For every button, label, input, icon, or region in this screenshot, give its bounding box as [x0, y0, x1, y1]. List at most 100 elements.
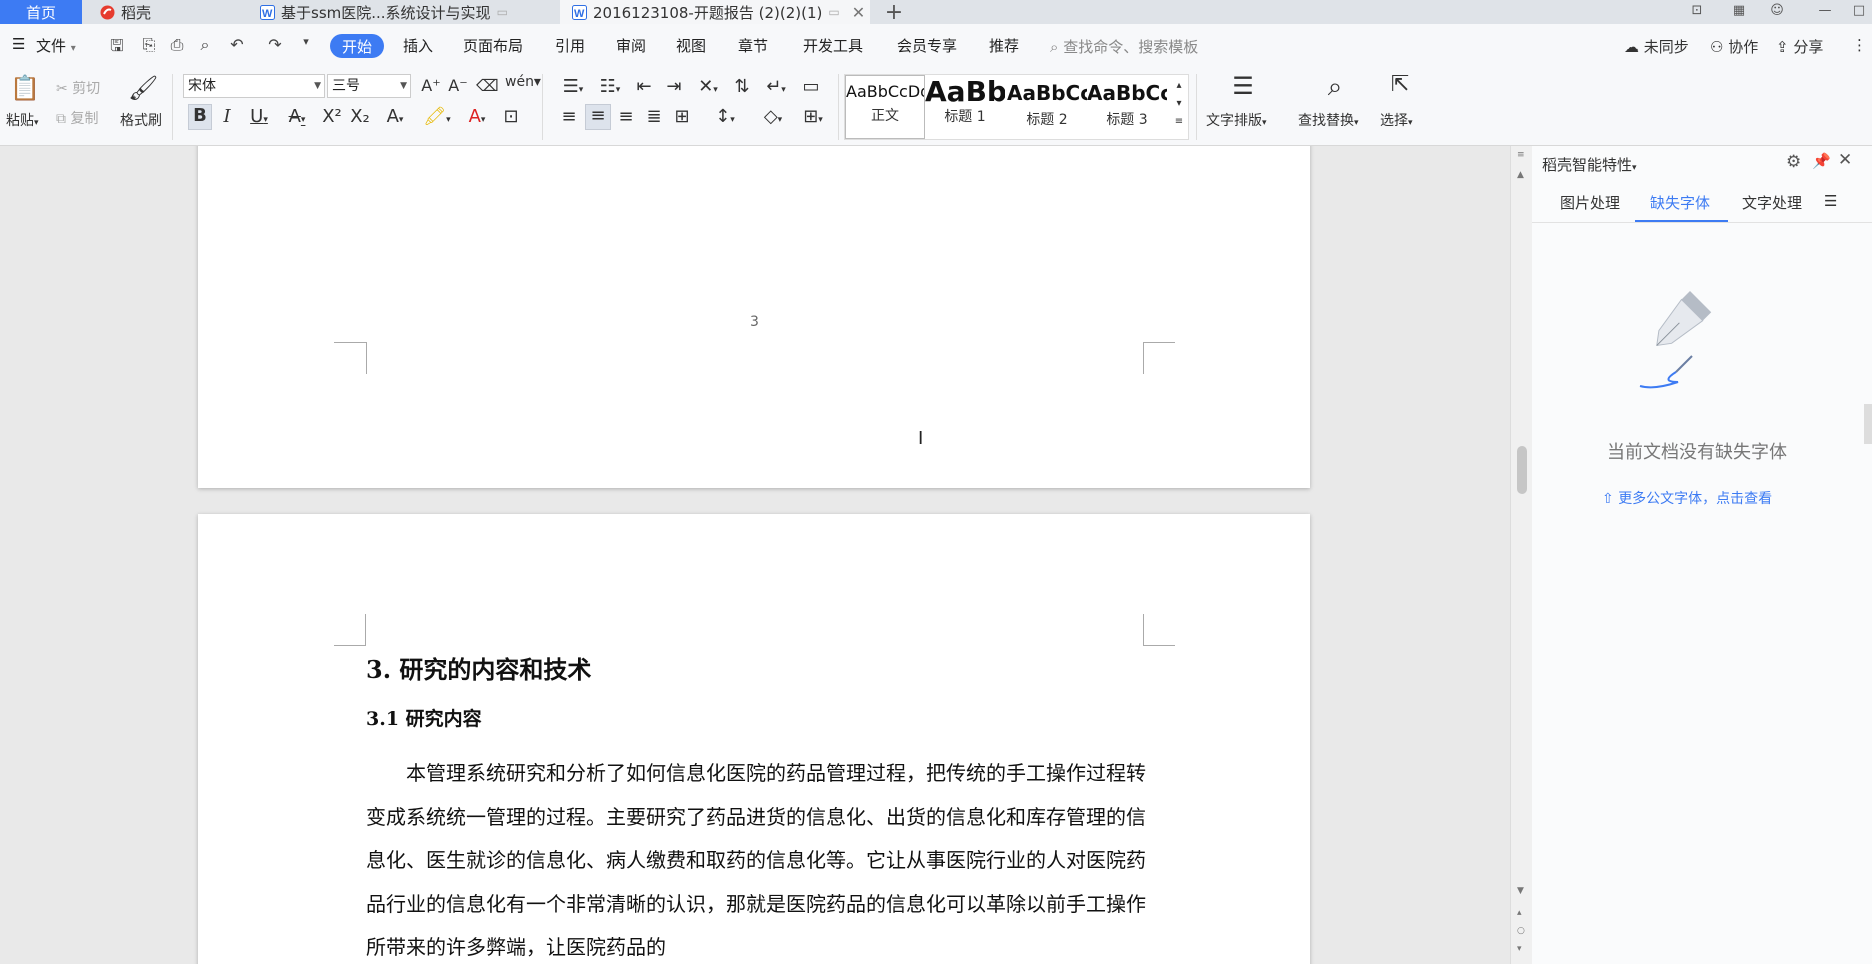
panel-menu-icon[interactable]: ☰ [1824, 192, 1837, 210]
scroll-down-icon[interactable]: ▼ [1517, 886, 1524, 896]
menu-devtools[interactable]: 开发工具 [803, 35, 863, 56]
text-layout-icon[interactable]: ☰ [1226, 72, 1260, 100]
paste-button[interactable]: 粘贴▾ [6, 110, 39, 130]
chinese-layout-icon[interactable]: ✕▾ [692, 76, 724, 97]
ruler-icon[interactable]: ▭ [798, 76, 824, 97]
sort-icon[interactable]: ⇅ [730, 76, 754, 97]
gear-icon[interactable]: ⚙ [1786, 152, 1801, 172]
align-right-icon[interactable]: ≡ [614, 106, 638, 127]
document-page[interactable]: 3. 研究的内容和技术 3.1 研究内容 本管理系统研究和分析了如何信息化医院的… [198, 514, 1310, 964]
strikethrough-button[interactable]: A▾ [282, 106, 312, 127]
menu-page-layout[interactable]: 页面布局 [463, 35, 523, 56]
menu-reference[interactable]: 引用 [555, 35, 585, 56]
tab-text-processing[interactable]: 文字处理 [1742, 192, 1802, 213]
style-heading-3[interactable]: AaBbCc 标题 3 [1087, 75, 1167, 139]
format-painter-button[interactable]: 格式刷 [120, 110, 162, 130]
hamburger-menu-icon[interactable]: ☰ [12, 35, 25, 53]
browse-object-icon[interactable]: ○ [1517, 926, 1525, 936]
grid-apps-icon[interactable]: ▦ [1724, 0, 1754, 20]
cursor-arrow-icon[interactable]: ⇱ [1386, 72, 1414, 97]
bullet-list-icon[interactable]: ☰▾ [557, 76, 589, 97]
panel-resize-handle[interactable] [1864, 404, 1872, 444]
pinyin-guide-icon[interactable]: wén▾ [505, 74, 541, 90]
next-page-icon[interactable]: ▾ [1517, 944, 1522, 954]
more-options-icon[interactable]: ⋮ [1852, 36, 1867, 54]
highlight-button[interactable]: 🖍▾ [420, 106, 454, 127]
tab-daoke[interactable]: 稻壳 [90, 0, 240, 24]
style-normal[interactable]: AaBbCcDd 正文 [845, 75, 925, 139]
avatar[interactable]: ☺ [1762, 0, 1792, 20]
sync-status-button[interactable]: ☁ 未同步 [1624, 36, 1689, 57]
document-canvas[interactable]: 3 I 3. 研究的内容和技术 3.1 研究内容 本管理系统研究和分析了如何信息… [0, 146, 1510, 964]
new-tab-button[interactable]: + [882, 0, 906, 25]
underline-button[interactable]: U▾ [244, 106, 274, 127]
command-search[interactable]: ⌕ 查找命令、搜索模板 [1050, 36, 1198, 57]
close-icon[interactable]: ✕ [1838, 150, 1852, 170]
borders-icon[interactable]: ⊞▾ [796, 106, 830, 127]
print-icon[interactable]: ⎙ [166, 35, 188, 55]
align-left-icon[interactable]: ≡ [557, 106, 581, 127]
style-heading-1[interactable]: AaBb 标题 1 [925, 75, 1005, 139]
format-painter-icon[interactable]: 🖌 [128, 74, 158, 102]
print-preview-icon[interactable]: ⌕ [194, 35, 216, 55]
menu-member[interactable]: 会员专享 [897, 35, 957, 56]
undo-icon[interactable]: ↶ [226, 35, 248, 55]
increase-indent-icon[interactable]: ⇥ [662, 76, 686, 97]
tab-missing-fonts[interactable]: 缺失字体 [1650, 192, 1710, 213]
bold-button[interactable]: B [188, 104, 212, 130]
previous-page-icon[interactable]: ▴ [1517, 908, 1522, 918]
heading-level-2[interactable]: 3.1 研究内容 [366, 704, 482, 731]
style-heading-2[interactable]: AaBbCc 标题 2 [1007, 75, 1087, 139]
text-effect-button[interactable]: A▾ [380, 106, 410, 127]
more-fonts-link[interactable]: ⇧ 更多公文字体，点击查看 [1602, 488, 1772, 508]
shading-icon[interactable]: ◇▾ [756, 106, 790, 127]
cut-button[interactable]: ✂ 剪切 [56, 78, 100, 98]
panel-title[interactable]: 稻壳智能特性▾ [1542, 154, 1637, 175]
menu-start[interactable]: 开始 [330, 34, 384, 58]
document-page[interactable]: 3 I [198, 146, 1310, 488]
numbered-list-icon[interactable]: ☷▾ [594, 76, 626, 97]
tab-document-2-active[interactable]: W 2016123108-开题报告 (2)(2)(1) ▭ ✕ [560, 0, 870, 24]
vertical-scrollbar[interactable]: ≡ ▲ ▼ ▴ ○ ▾ [1510, 146, 1532, 964]
font-size-select[interactable]: 三号 ▼ [327, 74, 411, 98]
magnifier-icon[interactable]: ⌕ [1318, 72, 1352, 103]
quick-access-dropdown-icon[interactable]: ▾ [295, 35, 317, 55]
subscript-button[interactable]: X₂ [348, 106, 372, 127]
heading-level-1[interactable]: 3. 研究的内容和技术 [366, 650, 591, 685]
close-tab-icon[interactable]: ✕ [852, 3, 865, 22]
decrease-font-icon[interactable]: A⁻ [447, 76, 469, 95]
line-spacing-icon[interactable]: ↕▾ [708, 106, 742, 127]
maximize-icon[interactable]: □ [1846, 0, 1872, 20]
collaborate-button[interactable]: ⚇ 协作 [1710, 36, 1758, 57]
justify-icon[interactable]: ≣ [642, 106, 666, 127]
decrease-indent-icon[interactable]: ⇤ [632, 76, 656, 97]
save-icon[interactable]: 🖫 [106, 35, 128, 55]
pin-icon[interactable]: 📌 [1812, 152, 1831, 170]
body-paragraph[interactable]: 本管理系统研究和分析了如何信息化医院的药品管理过程，把传统的手工操作过程转变成系… [366, 752, 1156, 964]
clipboard-icon[interactable]: 📋 [10, 74, 40, 102]
menu-chapter[interactable]: 章节 [738, 35, 768, 56]
menu-review[interactable]: 审阅 [616, 35, 646, 56]
clear-format-icon[interactable]: ⌫ [476, 76, 499, 95]
character-border-button[interactable]: ⊡ [500, 106, 522, 127]
layout-switch-icon[interactable]: ⊡ [1682, 0, 1712, 20]
tab-image-processing[interactable]: 图片处理 [1560, 192, 1620, 213]
text-layout-button[interactable]: 文字排版▾ [1206, 110, 1267, 130]
scrollbar-thumb[interactable] [1517, 446, 1527, 494]
copy-button[interactable]: ⧉ 复制 [56, 108, 98, 128]
style-gallery-scroll-icon[interactable]: ▴ ▾ ≡ [1171, 77, 1187, 131]
menu-recommend[interactable]: 推荐 [989, 35, 1019, 56]
export-pdf-icon[interactable]: ⎘ [138, 35, 160, 55]
select-button[interactable]: 选择▾ [1380, 110, 1413, 130]
increase-font-icon[interactable]: A⁺ [420, 76, 442, 95]
tab-home[interactable]: 首页 [0, 0, 82, 24]
menu-file[interactable]: 文件 ▾ [36, 35, 76, 56]
font-name-select[interactable]: 宋体 ▼ [183, 74, 325, 98]
superscript-button[interactable]: X² [320, 106, 344, 127]
scroll-up-icon[interactable]: ▲ [1517, 170, 1524, 180]
align-center-icon[interactable]: ≡ [585, 104, 611, 130]
split-handle-icon[interactable]: ≡ [1517, 150, 1525, 160]
redo-icon[interactable]: ↷ [264, 35, 286, 55]
find-replace-button[interactable]: 查找替换▾ [1298, 110, 1359, 130]
distributed-align-icon[interactable]: ⊞ [670, 106, 694, 127]
